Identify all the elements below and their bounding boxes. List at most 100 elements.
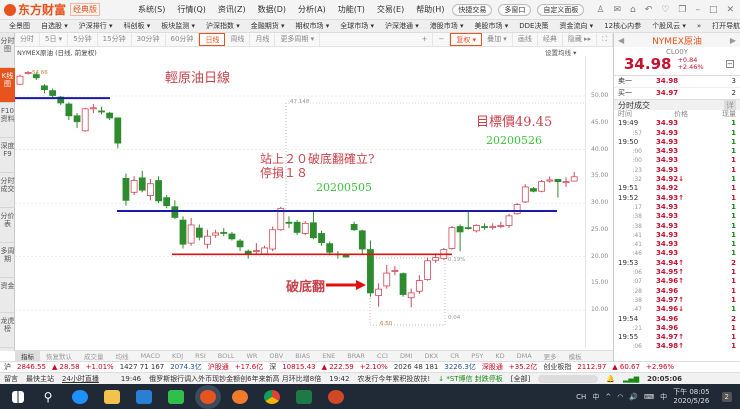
taskbar-date[interactable]: 2020/5/26 [673, 397, 709, 406]
indicator-tab[interactable]: BOLL [212, 352, 241, 360]
eastmoney-app-icon[interactable] [200, 389, 216, 404]
indicator-tab[interactable]: 恢复默认 [40, 351, 78, 361]
nav-item[interactable]: » [697, 22, 701, 30]
indicator-tab[interactable]: 指标 [15, 351, 40, 361]
candle-up[interactable] [472, 225, 480, 232]
ime-indicator[interactable]: 中 [592, 392, 599, 402]
nav-item[interactable]: 个股风云 ▾ [652, 21, 686, 31]
next-arrow-icon[interactable]: ▶ [730, 36, 736, 45]
candle-down[interactable] [106, 112, 114, 119]
candle-up[interactable] [269, 229, 277, 250]
indicator-tab[interactable]: DMA [511, 352, 538, 360]
indicator-tab[interactable]: CCI [371, 352, 394, 360]
skin-icon[interactable]: ♡ [661, 5, 669, 15]
candle-up[interactable] [301, 222, 309, 234]
all-alerts-button[interactable]: [全部] [511, 374, 530, 384]
sh-index[interactable]: 2846.55 [17, 363, 46, 371]
candle-down[interactable] [358, 230, 366, 250]
candle-down[interactable] [285, 221, 293, 224]
candle-down[interactable] [350, 223, 358, 231]
indicator-tab[interactable]: BIAS [289, 352, 316, 360]
indicator-tab[interactable]: 更多 [538, 351, 563, 361]
search-box[interactable] [538, 374, 599, 383]
ime-mode[interactable]: 中 [660, 392, 667, 402]
indicator-tab[interactable]: MACD [135, 352, 166, 360]
ticks-list[interactable]: 19:49 34.93 1:57 34.93 1 19:50 34.93 1:00 34.93 1… [614, 119, 740, 351]
live-link[interactable]: 24小时直播 [62, 374, 99, 384]
candle-up[interactable] [146, 183, 154, 196]
candle-up[interactable] [521, 186, 529, 203]
powerpoint-icon[interactable] [328, 389, 344, 404]
line-app-icon[interactable] [168, 389, 184, 404]
bell-icon[interactable]: 🔔 [606, 375, 615, 383]
indicator-tab[interactable]: 均线 [110, 351, 135, 361]
excel-icon[interactable] [296, 389, 312, 404]
candle-down[interactable] [456, 226, 464, 233]
minimize-icon[interactable]: – [695, 5, 700, 15]
candle-up[interactable] [448, 227, 456, 249]
indicator-tab[interactable]: RSI [189, 352, 212, 360]
indicator-tab[interactable]: CR [444, 352, 465, 360]
indicator-tab[interactable]: ENE [316, 352, 341, 360]
candle-up[interactable] [130, 180, 138, 193]
ie-browser-icon[interactable] [72, 389, 88, 404]
message-button[interactable]: 留言 [4, 374, 18, 384]
candle-up[interactable] [432, 257, 440, 261]
candle-down[interactable] [530, 188, 537, 192]
indicator-tab[interactable]: BRAR [341, 352, 371, 360]
candle-down[interactable] [65, 103, 73, 117]
candle-up[interactable] [383, 272, 391, 287]
indicator-tab[interactable]: KDJ [166, 352, 189, 360]
candle-down[interactable] [367, 249, 374, 294]
news-item-2[interactable]: 农发行今年累积投放扶! [357, 374, 430, 384]
candle-up[interactable] [204, 235, 211, 245]
candle-up[interactable] [24, 72, 32, 74]
nav-item[interactable]: 打开导航 [712, 21, 740, 31]
candle-up[interactable] [391, 270, 399, 272]
candle-down[interactable] [41, 85, 48, 90]
windows-start-icon[interactable] [12, 390, 24, 403]
maximize-icon[interactable]: □ [709, 5, 718, 15]
back-icon[interactable]: ↶ [645, 5, 653, 15]
volume-icon[interactable]: 🔊 [629, 393, 638, 401]
candle-up[interactable] [16, 75, 24, 85]
candle-down[interactable] [481, 226, 488, 228]
home-icon[interactable]: ⌂ [630, 5, 636, 15]
candle-down[interactable] [155, 180, 162, 202]
mail-app-icon[interactable] [136, 389, 152, 404]
indicator-tab[interactable]: DMI [394, 352, 419, 360]
cyb-index[interactable]: 2112.97 [577, 363, 606, 371]
notification-icon[interactable]: 2 [721, 391, 732, 402]
candle-down[interactable] [342, 255, 350, 258]
candle-down[interactable] [49, 90, 56, 96]
candle-up[interactable] [415, 280, 423, 292]
mail-icon[interactable]: ✉ [613, 5, 621, 15]
candle-up[interactable] [81, 108, 89, 132]
network-icon[interactable]: ◠ [617, 393, 623, 401]
candle-up[interactable] [505, 215, 513, 226]
candle-up[interactable] [538, 181, 545, 192]
indicator-tab[interactable]: PSY [465, 352, 489, 360]
collapse-button[interactable]: − [726, 60, 734, 68]
candle-down[interactable] [326, 243, 334, 253]
candle-down[interactable] [122, 177, 130, 201]
candle-down[interactable] [318, 233, 325, 243]
indicator-tab[interactable]: 模板 [563, 351, 588, 361]
candle-down[interactable] [293, 221, 301, 233]
candle-down[interactable] [171, 206, 179, 218]
candle-up[interactable] [424, 260, 431, 280]
sz-index[interactable]: 10815.43 [282, 363, 315, 371]
media-app-icon[interactable] [232, 389, 248, 404]
nav-item[interactable]: 12核心内参 [604, 21, 641, 31]
tray-chevron-icon[interactable]: ^ [605, 393, 611, 401]
candle-up[interactable] [489, 226, 497, 229]
keyboard-icon[interactable]: ⌨ [644, 393, 654, 401]
candle-down[interactable] [309, 222, 317, 239]
candle-down[interactable] [179, 219, 187, 245]
indicator-tab[interactable]: 成交量 [78, 351, 110, 361]
candle-down[interactable] [554, 179, 562, 183]
detail-button[interactable]: 详 [724, 100, 736, 110]
candle-up[interactable] [407, 292, 415, 299]
candle-up[interactable] [513, 204, 521, 215]
candle-down[interactable] [228, 233, 236, 240]
